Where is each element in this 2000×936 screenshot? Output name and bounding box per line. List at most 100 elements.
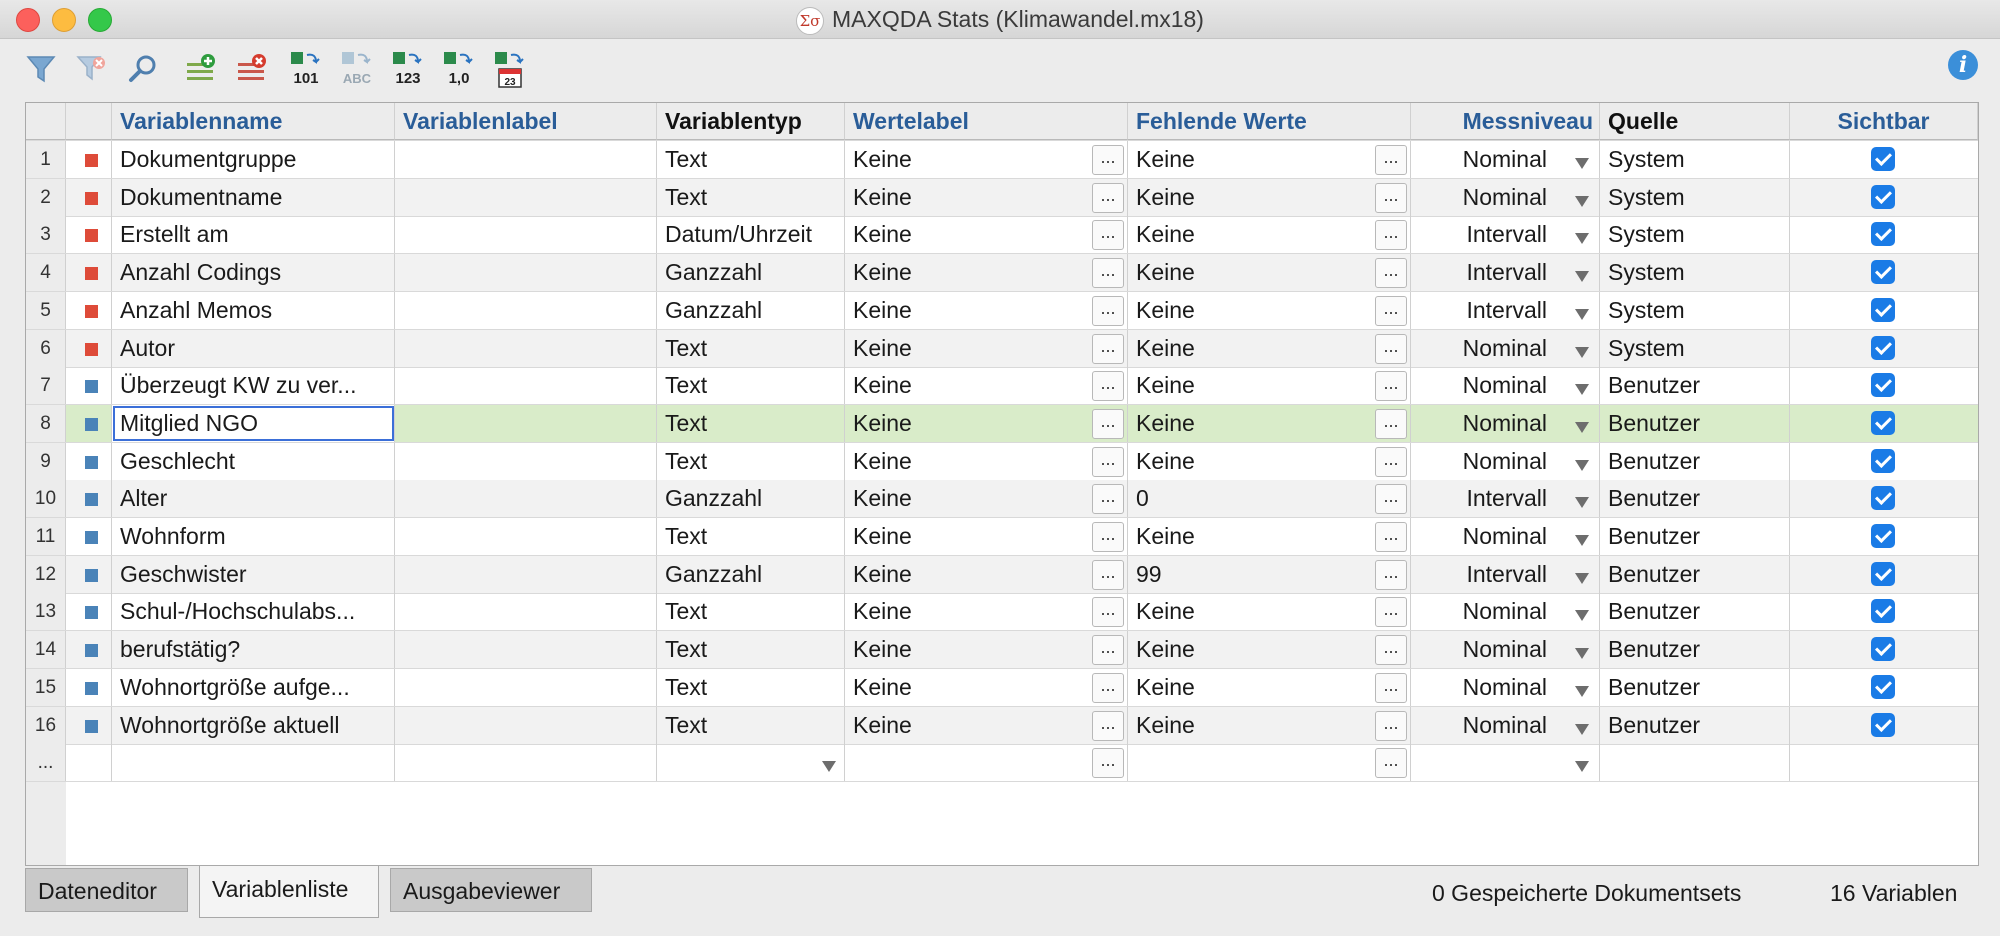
- variable-label-cell[interactable]: [395, 593, 657, 631]
- missing-values-cell[interactable]: Keine...: [1128, 216, 1411, 254]
- search-icon[interactable]: [124, 47, 162, 91]
- missing-values-edit-button[interactable]: ...: [1375, 258, 1407, 289]
- value-label-cell[interactable]: Keine...: [845, 442, 1128, 480]
- value-label-cell[interactable]: Keine...: [845, 518, 1128, 555]
- missing-values-edit-button[interactable]: ...: [1375, 295, 1407, 326]
- variable-name-cell[interactable]: [112, 744, 395, 782]
- table-row[interactable]: 13 Schul-/Hochschulabs... Text Keine... Kein…: [26, 593, 1978, 632]
- value-label-cell[interactable]: Keine...: [845, 631, 1128, 669]
- variable-type-cell[interactable]: Text: [657, 404, 845, 442]
- missing-values-edit-button[interactable]: ...: [1375, 145, 1407, 175]
- variable-type-cell[interactable]: Text: [657, 706, 845, 744]
- variable-label-cell[interactable]: [395, 141, 657, 178]
- value-label-edit-button[interactable]: ...: [1092, 748, 1124, 779]
- variable-type-cell[interactable]: Text: [657, 141, 845, 178]
- value-label-edit-button[interactable]: ...: [1092, 145, 1124, 175]
- value-label-cell[interactable]: Keine...: [845, 555, 1128, 593]
- variable-label-cell[interactable]: [395, 404, 657, 442]
- missing-values-cell[interactable]: Keine...: [1128, 518, 1411, 555]
- visible-checkbox[interactable]: [1871, 222, 1895, 247]
- table-row[interactable]: 9 Geschlecht Text Keine... Keine... Nominal Be…: [26, 442, 1978, 481]
- measurement-level-select[interactable]: Intervall: [1411, 480, 1600, 518]
- measurement-level-select[interactable]: Intervall: [1411, 254, 1600, 292]
- variable-type-cell[interactable]: Text: [657, 668, 845, 706]
- variable-name-cell[interactable]: Dokumentgruppe: [112, 141, 395, 178]
- missing-values-edit-button[interactable]: ...: [1375, 333, 1407, 364]
- missing-values-edit-button[interactable]: ...: [1375, 559, 1407, 590]
- col-header-variablenlabel[interactable]: Variablenlabel: [395, 103, 657, 140]
- missing-values-cell[interactable]: Keine...: [1128, 706, 1411, 744]
- table-row[interactable]: 1 Dokumentgruppe Text Keine... Keine... Nomin…: [26, 141, 1978, 179]
- col-header-sichtbar[interactable]: Sichtbar: [1790, 103, 1978, 140]
- variable-label-cell[interactable]: [395, 291, 657, 329]
- convert-to-text-icon[interactable]: ABC: [338, 47, 376, 91]
- clear-filter-icon[interactable]: [72, 47, 110, 91]
- variable-label-cell[interactable]: [395, 480, 657, 518]
- measurement-level-select[interactable]: Nominal: [1411, 442, 1600, 480]
- variable-name-cell[interactable]: Erstellt am: [112, 216, 395, 254]
- variable-type-cell[interactable]: Ganzzahl: [657, 555, 845, 593]
- variable-label-cell[interactable]: [395, 367, 657, 405]
- missing-values-edit-button[interactable]: ...: [1375, 672, 1407, 703]
- missing-values-edit-button[interactable]: ...: [1375, 748, 1407, 779]
- missing-values-cell[interactable]: Keine...: [1128, 442, 1411, 480]
- col-header-messniveau[interactable]: Messniveau: [1411, 103, 1600, 140]
- visible-checkbox[interactable]: [1871, 486, 1895, 511]
- visible-checkbox[interactable]: [1871, 599, 1895, 624]
- missing-values-cell[interactable]: Keine...: [1128, 329, 1411, 367]
- value-label-edit-button[interactable]: ...: [1092, 672, 1124, 703]
- value-label-edit-button[interactable]: ...: [1092, 408, 1124, 439]
- missing-values-cell[interactable]: ...: [1128, 744, 1411, 782]
- missing-values-cell[interactable]: Keine...: [1128, 631, 1411, 669]
- missing-values-cell[interactable]: Keine...: [1128, 178, 1411, 216]
- variable-label-cell[interactable]: [395, 668, 657, 706]
- missing-values-cell[interactable]: 0...: [1128, 480, 1411, 518]
- tab-dateneditor[interactable]: Dateneditor: [25, 868, 188, 912]
- missing-values-cell[interactable]: Keine...: [1128, 404, 1411, 442]
- variable-type-cell[interactable]: Ganzzahl: [657, 480, 845, 518]
- value-label-edit-button[interactable]: ...: [1092, 182, 1124, 213]
- variable-name-cell[interactable]: Wohnortgröße aktuell: [112, 706, 395, 744]
- missing-values-cell[interactable]: Keine...: [1128, 593, 1411, 631]
- convert-to-decimal-icon[interactable]: 1,0: [440, 47, 478, 91]
- variable-type-cell[interactable]: Text: [657, 367, 845, 405]
- measurement-level-select[interactable]: Nominal: [1411, 141, 1600, 178]
- missing-values-cell[interactable]: Keine...: [1128, 367, 1411, 405]
- col-header-quelle[interactable]: Quelle: [1600, 103, 1790, 140]
- visible-checkbox[interactable]: [1871, 410, 1895, 435]
- value-label-edit-button[interactable]: ...: [1092, 522, 1124, 552]
- delete-variable-icon[interactable]: [233, 47, 271, 91]
- missing-values-edit-button[interactable]: ...: [1375, 220, 1407, 251]
- variable-label-cell[interactable]: [395, 442, 657, 480]
- variable-label-cell[interactable]: [395, 518, 657, 555]
- visible-checkbox[interactable]: [1871, 561, 1895, 586]
- measurement-level-select[interactable]: Nominal: [1411, 404, 1600, 442]
- measurement-level-select[interactable]: Nominal: [1411, 178, 1600, 216]
- table-row[interactable]: 15 Wohnortgröße aufge... Text Keine... Keine…: [26, 668, 1978, 707]
- measurement-level-select[interactable]: Intervall: [1411, 555, 1600, 593]
- visible-checkbox[interactable]: [1871, 147, 1895, 171]
- value-label-edit-button[interactable]: ...: [1092, 371, 1124, 402]
- variable-name-cell[interactable]: Geschlecht: [112, 442, 395, 480]
- table-row[interactable]: 10 Alter Ganzzahl Keine... 0... Intervall Benu…: [26, 480, 1978, 519]
- value-label-cell[interactable]: Keine...: [845, 668, 1128, 706]
- missing-values-cell[interactable]: Keine...: [1128, 254, 1411, 292]
- missing-values-edit-button[interactable]: ...: [1375, 182, 1407, 213]
- info-icon[interactable]: i: [1948, 50, 1978, 80]
- measurement-level-select[interactable]: Nominal: [1411, 329, 1600, 367]
- value-label-edit-button[interactable]: ...: [1092, 220, 1124, 251]
- value-label-edit-button[interactable]: ...: [1092, 446, 1124, 477]
- missing-values-cell[interactable]: Keine...: [1128, 141, 1411, 178]
- variable-type-cell[interactable]: Text: [657, 518, 845, 555]
- visible-checkbox[interactable]: [1871, 448, 1895, 473]
- value-label-cell[interactable]: Keine...: [845, 141, 1128, 178]
- col-header-wertelabel[interactable]: Wertelabel: [845, 103, 1128, 140]
- measurement-level-select[interactable]: Nominal: [1411, 668, 1600, 706]
- convert-to-integer-icon[interactable]: 101: [287, 47, 325, 91]
- value-label-cell[interactable]: Keine...: [845, 254, 1128, 292]
- table-row[interactable]: 5 Anzahl Memos Ganzzahl Keine... Keine... Int…: [26, 291, 1978, 330]
- missing-values-edit-button[interactable]: ...: [1375, 710, 1407, 741]
- visible-checkbox[interactable]: [1871, 637, 1895, 662]
- missing-values-edit-button[interactable]: ...: [1375, 446, 1407, 477]
- new-variable-row[interactable]: .........: [26, 744, 1978, 783]
